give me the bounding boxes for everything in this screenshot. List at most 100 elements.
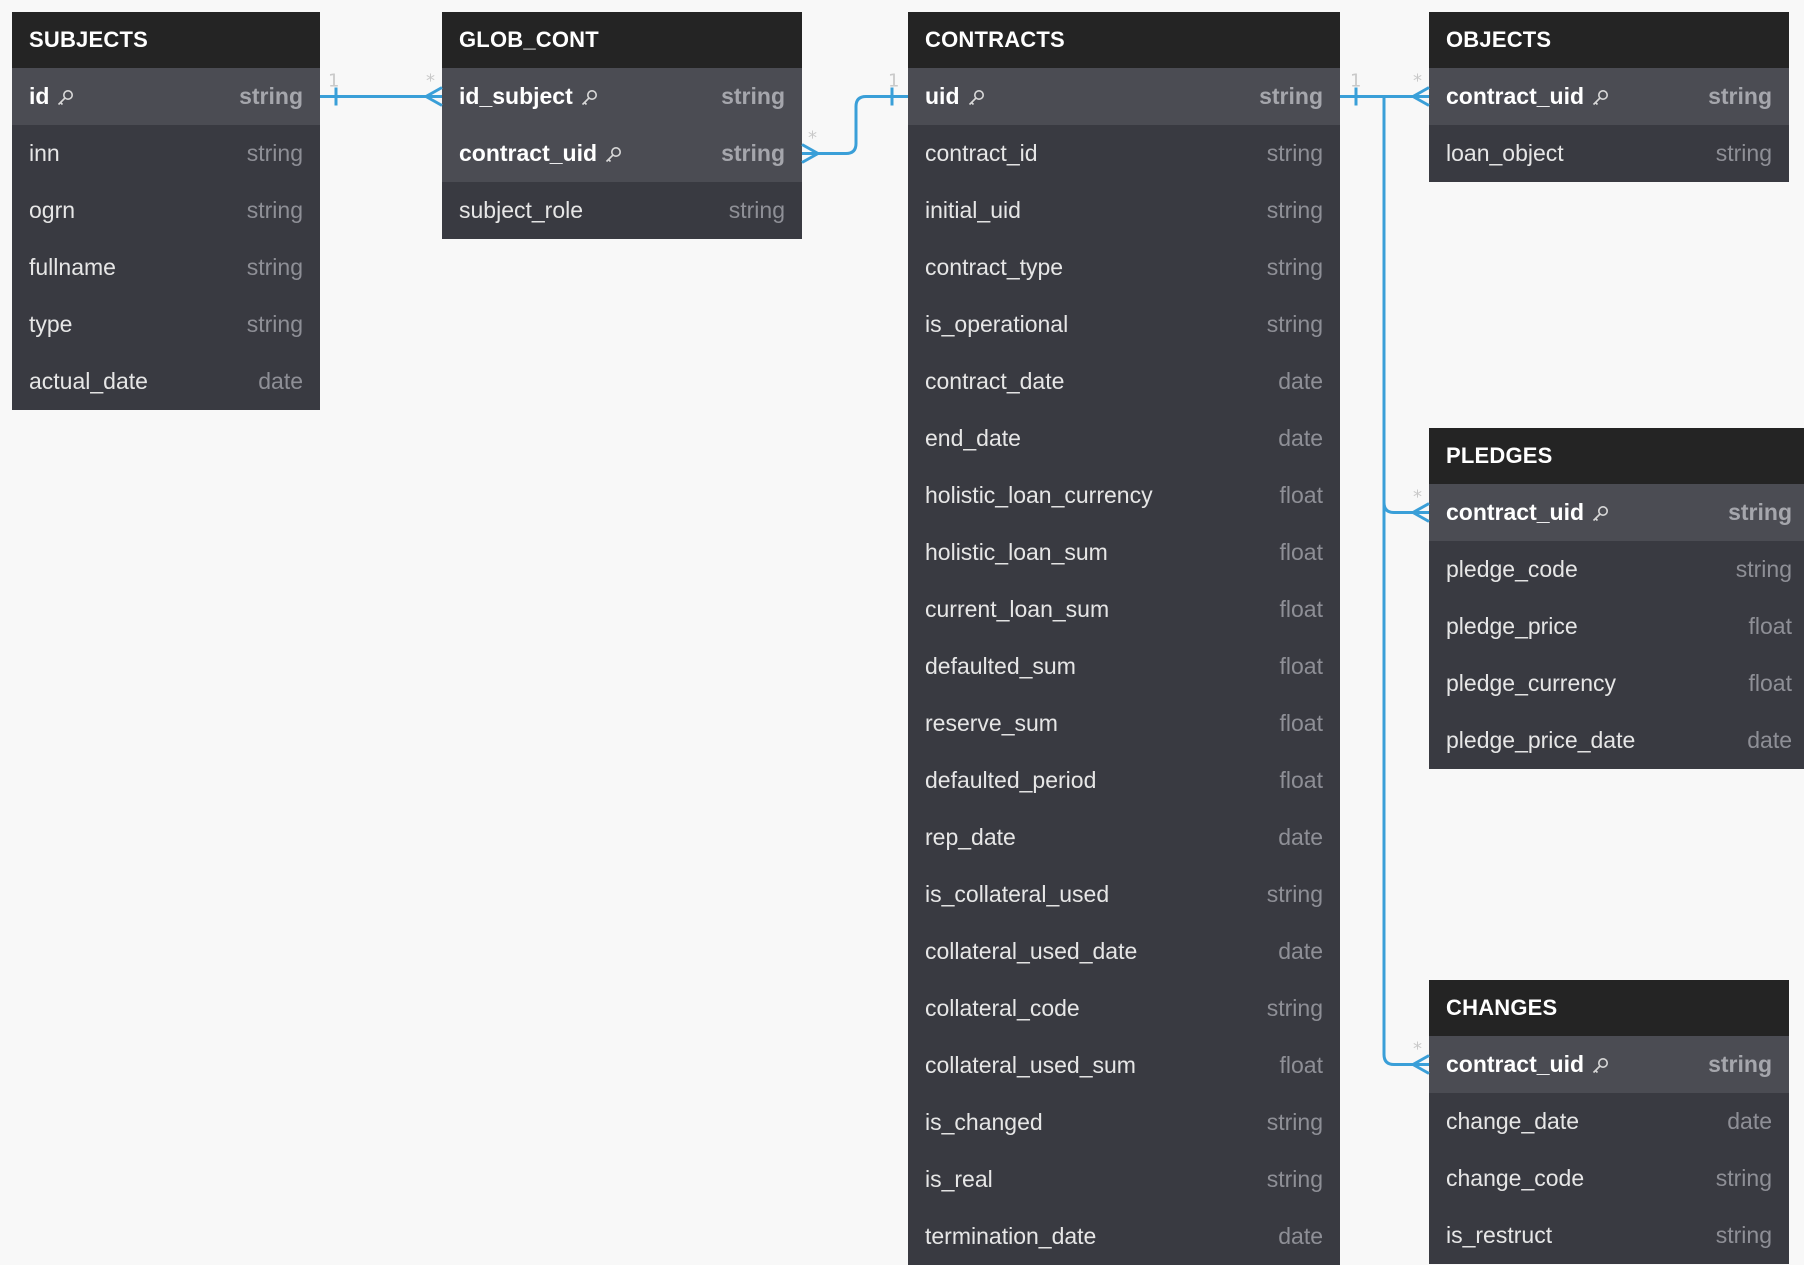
field-name-text: contract_type <box>925 254 1064 280</box>
field-row[interactable]: is_real string <box>908 1151 1340 1208</box>
field-row[interactable]: initial_uid string <box>908 182 1340 239</box>
field-name: pledge_price_date <box>1446 727 1635 754</box>
primary-key-row[interactable]: contract_uid string <box>442 125 802 182</box>
field-name-text: defaulted_sum <box>925 653 1076 679</box>
field-row[interactable]: contract_type string <box>908 239 1340 296</box>
table-objects[interactable]: OBJECTS contract_uid string loan_object stri… <box>1429 12 1789 182</box>
table-title: PLEDGES <box>1429 428 1804 484</box>
field-type: string <box>721 83 785 109</box>
primary-key-row[interactable]: contract_uid string <box>1429 484 1804 541</box>
field-row[interactable]: rep_date date <box>908 809 1340 866</box>
field-name: end_date <box>925 425 1021 452</box>
field-row[interactable]: end_date date <box>908 410 1340 467</box>
field-row[interactable]: termination_date date <box>908 1208 1340 1265</box>
field-name-text: is_collateral_used <box>925 881 1110 907</box>
field-row[interactable]: collateral_used_date date <box>908 923 1340 980</box>
field-name-text: holistic_loan_currency <box>925 482 1153 508</box>
field-name-text: is_operational <box>925 311 1069 337</box>
field-name: is_real <box>925 1166 993 1193</box>
field-row[interactable]: pledge_code string <box>1429 541 1804 598</box>
table-changes[interactable]: CHANGES contract_uid string change_date date… <box>1429 980 1789 1264</box>
field-name: contract_date <box>925 368 1064 395</box>
field-name: contract_uid <box>459 140 623 167</box>
field-row[interactable]: contract_id string <box>908 125 1340 182</box>
field-row[interactable]: pledge_currency float <box>1429 655 1804 712</box>
field-type: string <box>1266 254 1323 280</box>
field-name-text: ogrn <box>29 197 76 223</box>
field-row[interactable]: pledge_price float <box>1429 598 1804 655</box>
field-name-text: loan_object <box>1446 140 1564 166</box>
field-name-text: type <box>29 311 73 337</box>
field-row[interactable]: inn string <box>12 125 320 182</box>
field-row[interactable]: is_changed string <box>908 1094 1340 1151</box>
field-type: float <box>1279 653 1323 679</box>
field-name-text: fullname <box>29 254 116 280</box>
field-row[interactable]: defaulted_period float <box>908 752 1340 809</box>
field-name: pledge_price <box>1446 613 1578 640</box>
field-name-text: inn <box>29 140 60 166</box>
table-title: CONTRACTS <box>908 12 1340 68</box>
field-type: string <box>1728 499 1792 525</box>
field-row[interactable]: collateral_code string <box>908 980 1340 1037</box>
field-row[interactable]: fullname string <box>12 239 320 296</box>
key-icon <box>1590 503 1610 523</box>
field-name: is_restruct <box>1446 1222 1552 1249</box>
field-row[interactable]: contract_date date <box>908 353 1340 410</box>
field-name-text: current_loan_sum <box>925 596 1110 622</box>
field-row[interactable]: is_collateral_used string <box>908 866 1340 923</box>
primary-key-row[interactable]: id_subject string <box>442 68 802 125</box>
table-subjects[interactable]: SUBJECTS id string inn string ogrn string fulln… <box>12 12 320 410</box>
field-type: float <box>1748 670 1792 696</box>
field-name-text: pledge_price <box>1446 613 1578 639</box>
field-type: string <box>1708 1051 1772 1077</box>
field-name: pledge_currency <box>1446 670 1616 697</box>
field-name-text: collateral_used_date <box>925 938 1138 964</box>
field-type: string <box>1266 1166 1323 1192</box>
field-name: contract_id <box>925 140 1038 167</box>
field-type: string <box>728 197 785 223</box>
field-row[interactable]: defaulted_sum float <box>908 638 1340 695</box>
field-name: change_code <box>1446 1165 1584 1192</box>
primary-key-row[interactable]: contract_uid string <box>1429 1036 1789 1093</box>
primary-key-row[interactable]: contract_uid string <box>1429 68 1789 125</box>
field-row[interactable]: is_operational string <box>908 296 1340 353</box>
table-pledges[interactable]: PLEDGES contract_uid string pledge_code stri… <box>1429 428 1804 769</box>
field-row[interactable]: ogrn string <box>12 182 320 239</box>
field-row[interactable]: reserve_sum float <box>908 695 1340 752</box>
field-type: date <box>1278 368 1323 394</box>
field-name-text: collateral_code <box>925 995 1080 1021</box>
key-icon <box>579 87 599 107</box>
field-row[interactable]: type string <box>12 296 320 353</box>
field-name: fullname <box>29 254 116 281</box>
field-row[interactable]: holistic_loan_sum float <box>908 524 1340 581</box>
field-name-text: contract_uid <box>459 140 598 166</box>
field-row[interactable]: change_code string <box>1429 1150 1789 1207</box>
field-type: string <box>1715 1222 1772 1248</box>
field-name-text: rep_date <box>925 824 1016 850</box>
field-name-text: collateral_used_sum <box>925 1052 1136 1078</box>
field-row[interactable]: collateral_used_sum float <box>908 1037 1340 1094</box>
primary-key-row[interactable]: uid string <box>908 68 1340 125</box>
field-name-text: contract_date <box>925 368 1065 394</box>
field-row[interactable]: change_date date <box>1429 1093 1789 1150</box>
field-type: string <box>1266 881 1323 907</box>
field-row[interactable]: subject_role string <box>442 182 802 239</box>
field-name: collateral_used_date <box>925 938 1137 965</box>
field-row[interactable]: pledge_price_date date <box>1429 712 1804 769</box>
field-row[interactable]: loan_object string <box>1429 125 1789 182</box>
field-name: contract_type <box>925 254 1063 281</box>
field-row[interactable]: actual_date date <box>12 353 320 410</box>
field-row[interactable]: holistic_loan_currency float <box>908 467 1340 524</box>
table-glob-cont[interactable]: GLOB_CONT id_subject string contract_uid str… <box>442 12 802 239</box>
field-type: string <box>721 140 785 166</box>
field-type: float <box>1279 710 1323 736</box>
field-type: float <box>1748 613 1792 639</box>
field-name: ogrn <box>29 197 75 224</box>
field-type: date <box>1747 727 1792 753</box>
field-row[interactable]: is_restruct string <box>1429 1207 1789 1264</box>
primary-key-row[interactable]: id string <box>12 68 320 125</box>
field-name: defaulted_period <box>925 767 1096 794</box>
table-contracts[interactable]: CONTRACTS uid string contract_id string initi… <box>908 12 1340 1265</box>
field-row[interactable]: current_loan_sum float <box>908 581 1340 638</box>
field-name: loan_object <box>1446 140 1564 167</box>
